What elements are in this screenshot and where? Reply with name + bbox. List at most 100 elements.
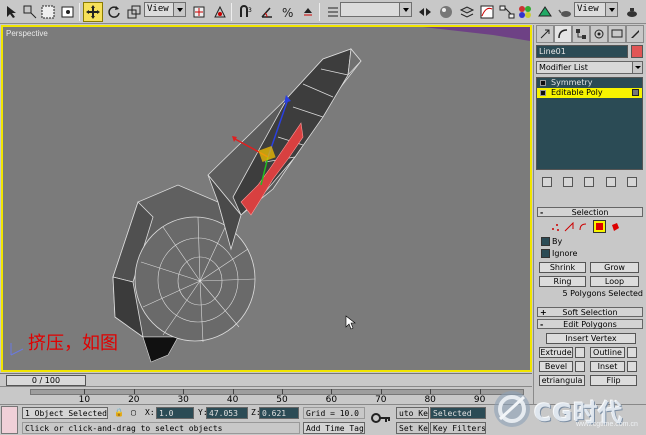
- site-watermark: CG时代 www.cgtime.com.cn: [488, 385, 643, 433]
- select-and-rotate-icon[interactable]: [104, 2, 124, 22]
- select-and-scale-icon[interactable]: [124, 2, 144, 22]
- timeline-tick: [331, 389, 333, 394]
- show-end-result-icon[interactable]: [563, 177, 574, 187]
- y-coordinate-field[interactable]: 47.053: [206, 407, 248, 419]
- reference-coordinate-dropdown[interactable]: View: [144, 2, 186, 17]
- timeline-tick: [133, 389, 135, 394]
- track-bar[interactable]: 10 20 30 40 50 60 70 80 90: [0, 386, 532, 405]
- align-icon[interactable]: [436, 2, 456, 22]
- utilities-tab-icon[interactable]: [626, 25, 644, 43]
- spinner-snap-icon[interactable]: [298, 2, 318, 22]
- bevel-button[interactable]: Bevel: [539, 361, 573, 372]
- command-panel: Line01 Modifier List Symmetry Editable P…: [533, 25, 646, 415]
- shrink-button[interactable]: Shrink: [539, 262, 586, 273]
- stack-item-symmetry[interactable]: Symmetry: [537, 78, 642, 88]
- layer-manager-icon[interactable]: [457, 2, 477, 22]
- viewport-caption: 挤压，如图: [28, 333, 118, 354]
- quick-render-teapot-icon[interactable]: [556, 2, 576, 22]
- mirror-icon[interactable]: [415, 2, 435, 22]
- maxscript-mini-listener[interactable]: [1, 406, 18, 434]
- pipe-model: [10, 27, 530, 363]
- timeline-tick: [183, 389, 185, 394]
- undo-arrow-icon[interactable]: [2, 2, 22, 22]
- border-subobject-icon[interactable]: [576, 220, 589, 233]
- snaps-toggle-icon[interactable]: 3: [236, 2, 256, 22]
- bevel-settings-button[interactable]: [575, 361, 585, 372]
- object-name-field[interactable]: Line01: [536, 45, 628, 58]
- remove-modifier-icon[interactable]: [605, 177, 616, 187]
- edge-subobject-icon[interactable]: [562, 220, 575, 233]
- svg-text:3: 3: [248, 7, 252, 14]
- element-subobject-icon[interactable]: [608, 220, 621, 233]
- object-color-swatch[interactable]: [631, 45, 643, 58]
- select-and-move-icon[interactable]: [83, 2, 103, 22]
- timeline-tick: [479, 389, 481, 394]
- inset-settings-button[interactable]: [627, 361, 637, 372]
- selection-status: 1 Object Selected: [22, 407, 108, 419]
- stack-tools: [536, 175, 643, 189]
- prompt-line: Click or click-and-drag to select object…: [22, 422, 300, 434]
- material-editor-icon[interactable]: [515, 2, 535, 22]
- render-type-dropdown[interactable]: View: [574, 2, 618, 17]
- schematic-view-icon[interactable]: [497, 2, 517, 22]
- window-crossing-icon[interactable]: [58, 2, 78, 22]
- timeline-tick: [430, 389, 432, 394]
- pin-stack-icon[interactable]: [541, 177, 552, 187]
- key-filters-button[interactable]: Key Filters...: [430, 422, 486, 434]
- polygon-subobject-icon[interactable]: [593, 220, 606, 233]
- extrude-button[interactable]: Extrude: [539, 347, 573, 358]
- extrude-settings-button[interactable]: [575, 347, 585, 358]
- hierarchy-tab-icon[interactable]: [572, 25, 590, 43]
- display-tab-icon[interactable]: [608, 25, 626, 43]
- lock-selection-icon[interactable]: 🔒: [114, 407, 124, 419]
- select-rect-region-icon[interactable]: [38, 2, 58, 22]
- time-slider[interactable]: 0 / 100: [0, 373, 532, 386]
- curve-editor-icon[interactable]: [477, 2, 497, 22]
- timeline-tick: [232, 389, 234, 394]
- make-unique-icon[interactable]: [584, 177, 595, 187]
- select-and-manipulate-icon[interactable]: [210, 2, 230, 22]
- selection-rollout-title[interactable]: - Selection: [537, 207, 643, 217]
- z-coordinate-field[interactable]: 0.621: [259, 407, 299, 419]
- percent-snap-icon[interactable]: %: [278, 2, 298, 22]
- set-key-icon[interactable]: [370, 406, 392, 430]
- ignore-backfacing-checkbox[interactable]: Ignore: [541, 249, 577, 258]
- watermark-url: www.cgtime.com.cn: [576, 421, 638, 428]
- absolute-mode-icon[interactable]: ▢: [131, 407, 136, 419]
- angle-snap-icon[interactable]: [257, 2, 277, 22]
- modify-tab-icon[interactable]: [554, 25, 572, 43]
- named-selection-dropdown[interactable]: [340, 2, 412, 17]
- time-slider-thumb[interactable]: 0 / 100: [6, 375, 86, 386]
- ring-button[interactable]: Ring: [539, 276, 586, 287]
- outline-settings-button[interactable]: [627, 347, 637, 358]
- add-time-tag-button[interactable]: Add Time Tag: [303, 422, 365, 434]
- timeline-tick: [282, 389, 283, 394]
- modifier-list-dropdown[interactable]: Modifier List: [536, 61, 643, 74]
- quick-render-icon[interactable]: [622, 2, 642, 22]
- render-scene-icon[interactable]: [535, 2, 555, 22]
- outline-button[interactable]: Outline: [590, 347, 625, 358]
- grow-button[interactable]: Grow: [590, 262, 639, 273]
- auto-key-button[interactable]: uto Ke: [396, 407, 429, 419]
- vertex-subobject-icon[interactable]: [548, 220, 561, 233]
- perspective-viewport[interactable]: Perspective 挤压，如图: [1, 25, 532, 372]
- by-vertex-checkbox[interactable]: By: [541, 237, 562, 246]
- use-pivot-center-icon[interactable]: [189, 2, 209, 22]
- select-by-name-icon[interactable]: [20, 2, 40, 22]
- set-key-button[interactable]: Set Key: [396, 422, 429, 434]
- create-tab-icon[interactable]: [536, 25, 554, 43]
- edit-polygons-rollout-title[interactable]: - Edit Polygons: [537, 319, 643, 329]
- insert-vertex-button[interactable]: Insert Vertex: [546, 333, 636, 344]
- key-mode-dropdown[interactable]: Selected: [430, 407, 486, 419]
- motion-tab-icon[interactable]: [590, 25, 608, 43]
- selection-count: 5 Polygons Selected: [562, 289, 643, 298]
- x-label: X:: [145, 408, 155, 417]
- loop-button[interactable]: Loop: [590, 276, 639, 287]
- soft-selection-rollout-title[interactable]: + Soft Selection: [537, 307, 643, 317]
- watermark-logo-icon: [494, 391, 530, 427]
- x-coordinate-field[interactable]: 1.0: [156, 407, 194, 419]
- configure-sets-icon[interactable]: [627, 177, 638, 187]
- inset-button[interactable]: Inset: [590, 361, 625, 372]
- stack-item-editable-poly[interactable]: Editable Poly: [537, 88, 642, 98]
- timeline-tick: [84, 389, 86, 394]
